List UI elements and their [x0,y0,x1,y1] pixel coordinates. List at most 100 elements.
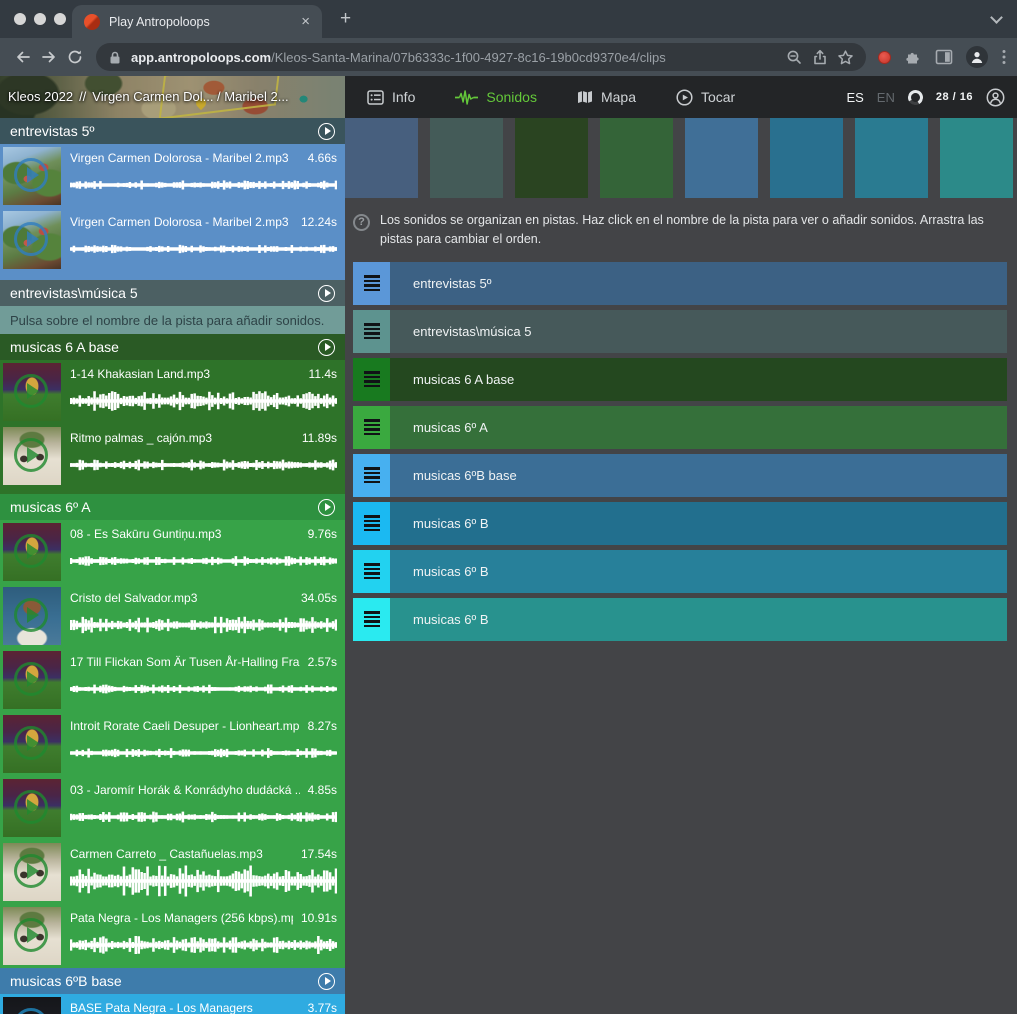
track-row[interactable]: musicas 6º A [353,406,1007,449]
track-row[interactable]: musicas 6ºB base [353,454,1007,497]
track-row[interactable]: musicas 6º B [353,550,1007,593]
track-name-button[interactable]: musicas 6º B [390,502,1007,545]
clip-play-icon[interactable] [14,790,48,824]
track-color-swatch[interactable] [770,118,843,198]
clip-play-icon[interactable] [14,662,48,696]
track-row[interactable]: musicas 6º B [353,598,1007,641]
browser-menu-icon[interactable] [1001,48,1007,66]
zoom-page-icon[interactable] [786,49,803,66]
tab-search-chevron-icon[interactable] [990,11,1003,24]
clip-item[interactable]: Cristo del Salvador.mp334.05s [0,584,345,648]
clip-play-icon[interactable] [14,1008,48,1014]
clip-item[interactable]: 08 - Es Sakūru Guntiņu.mp39.76s [0,520,345,584]
address-bar[interactable]: app.antropoloops.com/Kleos-Santa-Marina/… [96,43,866,71]
track-color-swatch[interactable] [515,118,588,198]
drag-handle[interactable] [353,262,390,305]
drag-handle[interactable] [353,358,390,401]
section-play-icon[interactable] [318,285,335,302]
track-color-swatch[interactable] [345,118,418,198]
drag-handle[interactable] [353,310,390,353]
window-controls[interactable] [14,13,66,25]
close-window-button[interactable] [14,13,26,25]
clip-item[interactable]: Ritmo palmas _ cajón.mp311.89s [0,424,345,488]
track-row[interactable]: musicas 6 A base [353,358,1007,401]
track-row[interactable]: musicas 6º B [353,502,1007,545]
clip-item[interactable]: BASE Pata Negra - Los Managers3.77s [0,994,345,1014]
clip-item[interactable]: Introit Rorate Caeli Desuper - Lionheart… [0,712,345,776]
track-color-swatch[interactable] [685,118,758,198]
clip-thumbnail[interactable] [3,779,61,837]
minimize-window-button[interactable] [34,13,46,25]
track-name-button[interactable]: entrevistas\música 5 [390,310,1007,353]
tab-sonidos[interactable]: Sonidos [455,89,537,105]
tab-tocar[interactable]: Tocar [676,89,735,106]
profile-avatar[interactable] [966,46,988,68]
clip-item[interactable]: 03 - Jaromír Horák & Konrádyho dudácká .… [0,776,345,840]
track-color-swatch[interactable] [940,118,1013,198]
clip-play-icon[interactable] [14,534,48,568]
clip-item[interactable]: Carmen Carreto _ Castañuelas.mp317.54s [0,840,345,904]
clip-play-icon[interactable] [14,854,48,888]
section-header[interactable]: entrevistas\música 5 [0,280,345,306]
new-tab-button[interactable]: + [340,8,351,30]
clip-thumbnail[interactable] [3,907,61,965]
forward-button[interactable] [36,44,62,70]
section-play-icon[interactable] [318,339,335,356]
clip-thumbnail[interactable] [3,211,61,269]
extensions-puzzle-icon[interactable] [904,48,922,66]
clip-item[interactable]: 1-14 Khakasian Land.mp311.4s [0,360,345,424]
section-header[interactable]: musicas 6ºB base [0,968,345,994]
clip-thumbnail[interactable] [3,587,61,645]
clip-play-icon[interactable] [14,158,48,192]
share-icon[interactable] [812,49,828,66]
lang-en-button[interactable]: EN [877,90,895,105]
side-panel-icon[interactable] [935,49,953,65]
reload-button[interactable] [62,44,88,70]
track-name-button[interactable]: entrevistas 5º [390,262,1007,305]
track-color-swatch[interactable] [600,118,673,198]
maximize-window-button[interactable] [54,13,66,25]
section-play-icon[interactable] [318,973,335,990]
clip-item[interactable]: Virgen Carmen Dolorosa - Maribel 2.mp312… [0,208,345,272]
track-color-swatch[interactable] [855,118,928,198]
section-header[interactable]: musicas 6º A [0,494,345,520]
clip-play-icon[interactable] [14,222,48,256]
section-header[interactable]: musicas 6 A base [0,334,345,360]
clip-thumbnail[interactable] [3,147,61,205]
drag-handle[interactable] [353,406,390,449]
lang-es-button[interactable]: ES [846,90,863,105]
account-icon[interactable] [986,88,1005,107]
clip-play-icon[interactable] [14,918,48,952]
clip-thumbnail[interactable] [3,427,61,485]
clip-thumbnail[interactable] [3,651,61,709]
url-text[interactable]: app.antropoloops.com/Kleos-Santa-Marina/… [131,50,777,65]
clip-play-icon[interactable] [14,726,48,760]
browser-tab[interactable]: Play Antropoloops × [72,5,322,38]
close-tab-icon[interactable]: × [301,14,310,29]
track-name-button[interactable]: musicas 6ºB base [390,454,1007,497]
clip-play-icon[interactable] [14,598,48,632]
tab-info[interactable]: Info [367,89,415,105]
clip-item[interactable]: Virgen Carmen Dolorosa - Maribel 2.mp34.… [0,144,345,208]
clip-play-icon[interactable] [14,438,48,472]
breadcrumb-path[interactable]: Virgen Carmen Dol... / Maribel 2... [92,89,288,104]
track-row[interactable]: entrevistas\música 5 [353,310,1007,353]
drag-handle[interactable] [353,502,390,545]
bookmark-star-icon[interactable] [837,49,854,66]
clip-item[interactable]: 17 Till Flickan Som Är Tusen År-Halling … [0,648,345,712]
section-header[interactable]: entrevistas 5º [0,118,345,144]
clip-thumbnail[interactable] [3,997,61,1014]
drag-handle[interactable] [353,454,390,497]
track-name-button[interactable]: musicas 6º A [390,406,1007,449]
track-row[interactable]: entrevistas 5º [353,262,1007,305]
recording-extension-icon[interactable] [878,51,891,64]
track-name-button[interactable]: musicas 6º B [390,550,1007,593]
track-color-swatch[interactable] [430,118,503,198]
breadcrumb-project[interactable]: Kleos 2022 [8,89,73,104]
drag-handle[interactable] [353,598,390,641]
clip-item[interactable]: Pata Negra - Los Managers (256 kbps).mp3… [0,904,345,968]
section-play-icon[interactable] [318,123,335,140]
drag-handle[interactable] [353,550,390,593]
clip-thumbnail[interactable] [3,843,61,901]
clip-thumbnail[interactable] [3,715,61,773]
